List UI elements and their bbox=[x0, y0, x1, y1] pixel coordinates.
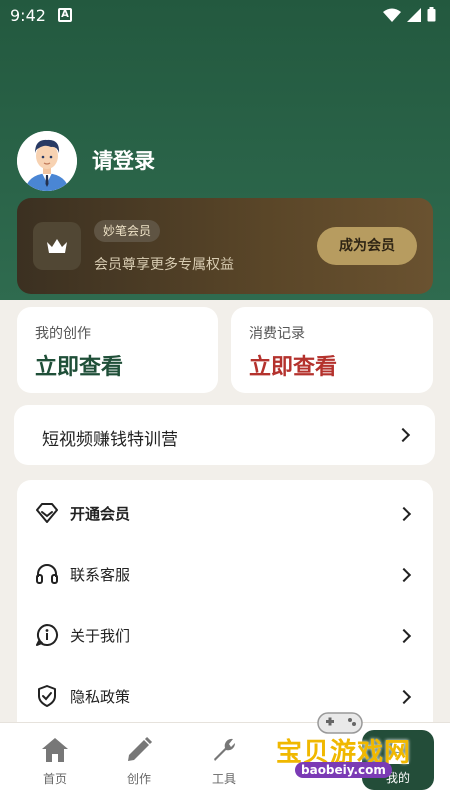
tab-create[interactable]: 创作 bbox=[109, 735, 169, 787]
shield-icon bbox=[38, 685, 56, 707]
chevron-right-icon bbox=[396, 689, 412, 705]
tab-home[interactable]: 首页 bbox=[25, 735, 85, 787]
my-creations-title: 我的创作 bbox=[35, 326, 91, 342]
menu-item-support[interactable]: 联系客服 bbox=[17, 543, 433, 603]
camp-row[interactable]: 短视频赚钱特训营 bbox=[14, 405, 435, 465]
vip-membership-card[interactable]: 妙笔会员 会员尊享更多专属权益 成为会员 bbox=[17, 198, 433, 294]
menu-list: 开通会员 联系客服 关于我们 隐私政策 bbox=[17, 480, 433, 740]
consumption-action: 立即查看 bbox=[249, 355, 338, 380]
headset-icon bbox=[36, 564, 58, 584]
avatar[interactable] bbox=[17, 131, 77, 191]
vip-badge: 妙笔会员 bbox=[94, 220, 161, 242]
login-prompt[interactable]: 请登录 bbox=[92, 145, 155, 175]
status-time: 9:42 bbox=[10, 6, 46, 25]
wrench-icon bbox=[214, 738, 236, 761]
tab-create-label: 创作 bbox=[126, 772, 151, 786]
menu-label-about: 关于我们 bbox=[70, 627, 131, 645]
menu-item-about[interactable]: 关于我们 bbox=[17, 604, 433, 664]
battery-icon bbox=[427, 7, 436, 22]
pencil-icon bbox=[128, 736, 153, 761]
tab-tools[interactable]: 工具 bbox=[194, 735, 254, 787]
tab-home-label: 首页 bbox=[42, 772, 67, 786]
chevron-right-icon bbox=[396, 567, 412, 583]
crown-icon bbox=[47, 239, 67, 253]
status-bar: 9:42 A bbox=[0, 0, 450, 30]
become-member-button[interactable]: 成为会员 bbox=[317, 227, 417, 265]
info-icon bbox=[36, 624, 58, 646]
my-creations-card[interactable]: 我的创作 立即查看 bbox=[17, 307, 218, 393]
consumption-records-card[interactable]: 消费记录 立即查看 bbox=[231, 307, 433, 393]
wifi-icon bbox=[383, 8, 401, 22]
status-icons bbox=[383, 7, 436, 22]
tab-tools-label: 工具 bbox=[211, 772, 236, 786]
home-icon bbox=[42, 738, 68, 762]
menu-label-membership: 开通会员 bbox=[70, 505, 131, 523]
crown-icon-box bbox=[33, 222, 81, 270]
notification-a-icon: A bbox=[58, 8, 72, 22]
chevron-right-icon bbox=[396, 628, 412, 644]
camp-label: 短视频赚钱特训营 bbox=[42, 430, 178, 450]
chevron-right-icon bbox=[395, 427, 411, 443]
my-creations-action: 立即查看 bbox=[35, 355, 124, 380]
watermark-url: baobeiy.com bbox=[295, 762, 392, 778]
vip-description: 会员尊享更多专属权益 bbox=[94, 257, 234, 273]
chevron-right-icon bbox=[396, 506, 412, 522]
menu-label-privacy: 隐私政策 bbox=[70, 688, 131, 706]
menu-label-support: 联系客服 bbox=[70, 566, 131, 584]
cell-signal-icon bbox=[407, 7, 421, 22]
menu-item-membership[interactable]: 开通会员 bbox=[17, 482, 433, 542]
consumption-title: 消费记录 bbox=[249, 326, 305, 342]
diamond-icon bbox=[36, 503, 58, 523]
